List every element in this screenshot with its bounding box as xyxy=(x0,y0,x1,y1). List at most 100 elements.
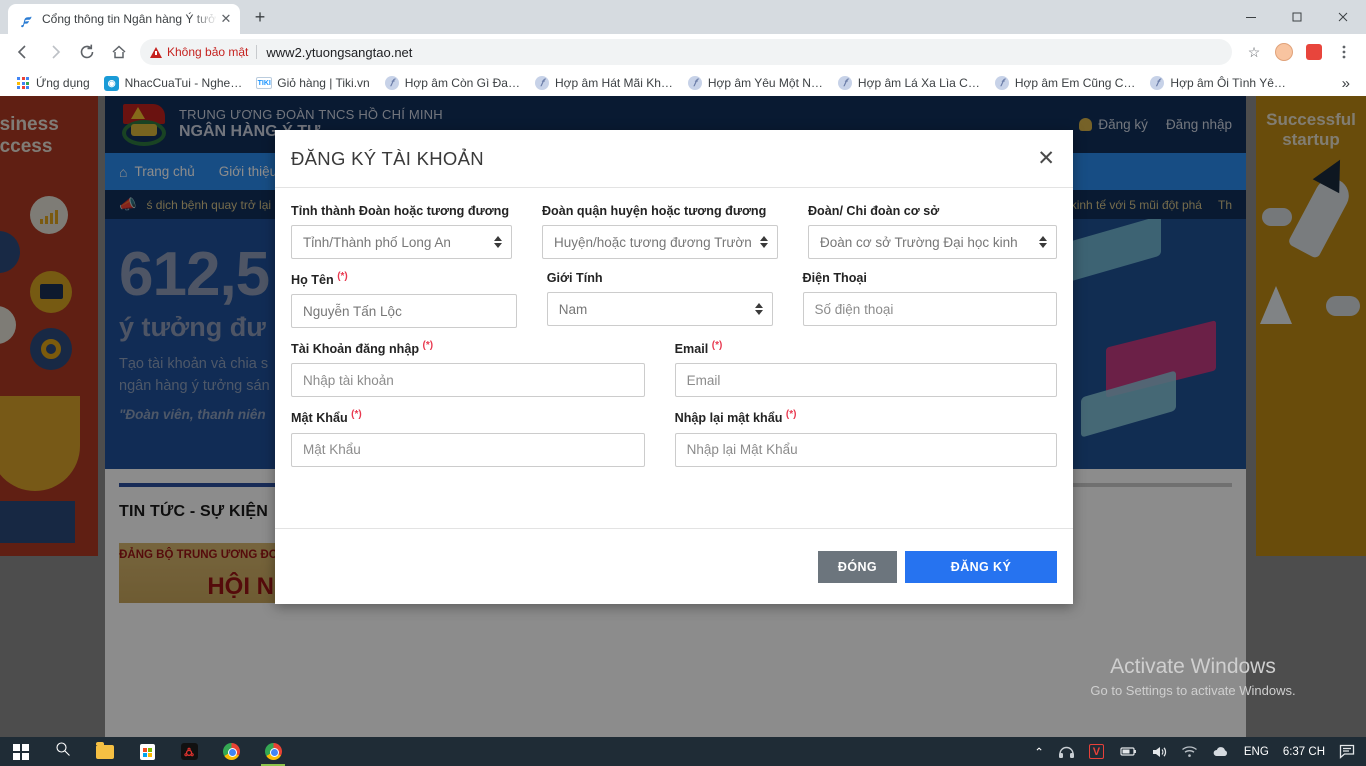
tray-expand-chevron-icon[interactable]: ⌃ xyxy=(1027,737,1051,766)
taskbar-file-explorer[interactable] xyxy=(84,737,126,766)
minimize-button[interactable] xyxy=(1228,0,1274,34)
volume-icon[interactable] xyxy=(1144,737,1174,766)
province-value: Tỉnh/Thành phố Long An xyxy=(303,234,451,250)
field-province: Tỉnh thành Đoàn hoặc tương đương Tỉnh/Th… xyxy=(291,204,542,259)
bookmark-star-icon[interactable]: ☆ xyxy=(1240,38,1268,66)
bookmark-apps[interactable]: Ứng dụng xyxy=(8,73,97,93)
wifi-icon[interactable] xyxy=(1174,737,1205,766)
clock[interactable]: 6:37 CH xyxy=(1276,737,1332,766)
language-indicator[interactable]: ENG xyxy=(1237,737,1276,766)
home-button[interactable] xyxy=(104,37,134,67)
bookmark-hopam-6[interactable]: 𝑓 Hợp âm Ôi Tình Yê… xyxy=(1142,73,1292,93)
browser-toolbar: Không bảo mật www2.ytuongsangtao.net ☆ xyxy=(0,34,1366,70)
required-mark: (*) xyxy=(711,340,723,352)
close-window-button[interactable] xyxy=(1320,0,1366,34)
form-row-2: Họ Tên (*) Nguyễn Tấn Lộc Giới Tính Nam xyxy=(291,271,1057,329)
windows-logo-icon xyxy=(13,743,29,760)
form-row-4: Mật Khẩu (*) Mật Khẩu Nhập lại mật khẩu … xyxy=(291,409,1057,467)
tab-close-icon[interactable]: ✕ xyxy=(218,11,234,27)
password-placeholder: Mật Khẩu xyxy=(303,442,361,458)
bookmark-label: Giỏ hàng | Tiki.vn xyxy=(277,76,370,90)
bookmark-label: Ứng dụng xyxy=(36,76,90,90)
bookmark-hopam-1[interactable]: 𝑓 Hợp âm Còn Gì Đa… xyxy=(377,73,527,93)
bookmark-hopam-5[interactable]: 𝑓 Hợp âm Em Cũng C… xyxy=(987,73,1143,93)
required-mark: (*) xyxy=(351,409,362,421)
new-tab-button[interactable]: + xyxy=(246,3,274,31)
required-mark: (*) xyxy=(337,271,348,282)
field-district: Đoàn quận huyện hoặc tương đương Huyện/h… xyxy=(541,204,808,259)
submit-register-button[interactable]: ĐĂNG KÝ xyxy=(905,550,1057,583)
branch-label: Đoàn/ Chi đoàn cơ sở xyxy=(807,204,940,218)
chrome-menu-icon[interactable] xyxy=(1330,38,1358,66)
required-mark: (*) xyxy=(422,340,434,352)
phone-input[interactable]: Số điện thoại xyxy=(802,292,1057,326)
address-bar[interactable]: Không bảo mật www2.ytuongsangtao.net xyxy=(140,39,1232,65)
gender-select[interactable]: Nam xyxy=(546,292,773,326)
taskbar-microsoft-store[interactable] xyxy=(126,737,168,766)
password-input[interactable]: Mật Khẩu xyxy=(291,432,645,467)
taskbar-search[interactable] xyxy=(42,737,84,766)
close-icon[interactable]: ✕ xyxy=(1037,148,1055,169)
start-button[interactable] xyxy=(0,737,42,766)
headphone-icon[interactable] xyxy=(1051,737,1082,766)
taskbar-chrome[interactable] xyxy=(210,737,252,766)
field-phone: Điện Thoại Số điện thoại xyxy=(802,271,1057,328)
bookmark-label: Hợp âm Yêu Một N… xyxy=(707,76,823,90)
password-confirm-label: Nhập lại mật khẩu (*) xyxy=(674,409,797,426)
hopam-icon: 𝑓 xyxy=(994,75,1010,91)
onedrive-icon[interactable] xyxy=(1205,737,1237,766)
email-input[interactable]: Email xyxy=(674,363,1057,398)
taskbar-garena[interactable]: 🜛 xyxy=(168,737,210,766)
select-arrows-icon xyxy=(493,236,502,248)
tab-title: Cổng thông tin Ngân hàng Ý tưở xyxy=(42,12,217,26)
browser-tab[interactable]: 𝟋 Cổng thông tin Ngân hàng Ý tưở ✕ xyxy=(8,4,240,34)
not-secure-label: Không bảo mật xyxy=(167,45,249,59)
apps-grid-icon xyxy=(15,75,31,91)
taskbar-chrome-active[interactable] xyxy=(252,737,294,766)
field-gender: Giới Tính Nam xyxy=(546,271,803,328)
password-confirm-placeholder: Nhập lại Mật Khẩu xyxy=(686,442,798,458)
hopam-icon: 𝑓 xyxy=(1149,75,1165,91)
profile-avatar-icon[interactable] xyxy=(1270,38,1298,66)
bookmark-tiki[interactable]: TIKI Giỏ hàng | Tiki.vn xyxy=(249,73,377,93)
chrome-icon xyxy=(264,743,282,760)
username-input[interactable]: Nhập tài khoản xyxy=(291,363,645,398)
bookmark-hopam-2[interactable]: 𝑓 Hợp âm Hát Mãi Kh… xyxy=(527,73,680,93)
reload-button[interactable] xyxy=(72,37,102,67)
notification-icon[interactable] xyxy=(1332,737,1362,766)
province-select[interactable]: Tỉnh/Thành phố Long An xyxy=(291,225,512,259)
fullname-input[interactable]: Nguyễn Tấn Lộc xyxy=(291,294,517,329)
chrome-icon xyxy=(222,743,240,760)
window-controls xyxy=(1228,0,1366,34)
bookmark-nhaccuatui[interactable]: ◉ NhacCuaTui - Nghe… xyxy=(97,73,250,93)
select-arrows-icon xyxy=(1039,236,1047,248)
required-mark: (*) xyxy=(785,409,797,421)
field-email: Email (*) Email xyxy=(674,340,1057,398)
district-label: Đoàn quận huyện hoặc tương đương xyxy=(541,204,767,218)
password-confirm-input[interactable]: Nhập lại Mật Khẩu xyxy=(674,432,1057,467)
windows-taskbar: 🜛 ⌃ V ENG 6:37 CH xyxy=(0,737,1366,766)
microsoft-store-icon xyxy=(139,743,155,760)
branch-select[interactable]: Đoàn cơ sở Trường Đại học kinh xyxy=(807,225,1057,259)
field-fullname: Họ Tên (*) Nguyễn Tấn Lộc xyxy=(291,271,547,329)
forward-button[interactable] xyxy=(40,37,70,67)
bookmark-label: Hợp âm Lá Xa Lìa C… xyxy=(857,76,980,90)
close-modal-button[interactable]: ĐÓNG xyxy=(817,550,897,583)
extension-icon[interactable] xyxy=(1300,38,1328,66)
bookmark-label: Hợp âm Còn Gì Đa… xyxy=(404,76,520,90)
fullname-value: Nguyễn Tấn Lộc xyxy=(303,303,402,319)
bookmark-label: Hợp âm Ôi Tình Yê… xyxy=(1170,76,1286,90)
not-secure-indicator[interactable]: Không bảo mật xyxy=(150,45,258,59)
bookmark-hopam-4[interactable]: 𝑓 Hợp âm Lá Xa Lìa C… xyxy=(830,73,987,93)
battery-icon[interactable] xyxy=(1111,737,1144,766)
maximize-button[interactable] xyxy=(1274,0,1320,34)
bookmark-label: NhacCuaTui - Nghe… xyxy=(124,76,243,90)
bookmarks-overflow-button[interactable]: » xyxy=(1334,75,1358,92)
bookmark-hopam-3[interactable]: 𝑓 Hợp âm Yêu Một N… xyxy=(680,73,830,93)
back-button[interactable] xyxy=(8,37,38,67)
v-icon[interactable]: V xyxy=(1082,737,1111,766)
modal-body: Tỉnh thành Đoàn hoặc tương đương Tỉnh/Th… xyxy=(275,188,1073,528)
gender-value: Nam xyxy=(558,301,588,317)
email-placeholder: Email xyxy=(686,372,721,388)
district-select[interactable]: Huyện/hoặc tương đương Trườn xyxy=(541,225,778,259)
